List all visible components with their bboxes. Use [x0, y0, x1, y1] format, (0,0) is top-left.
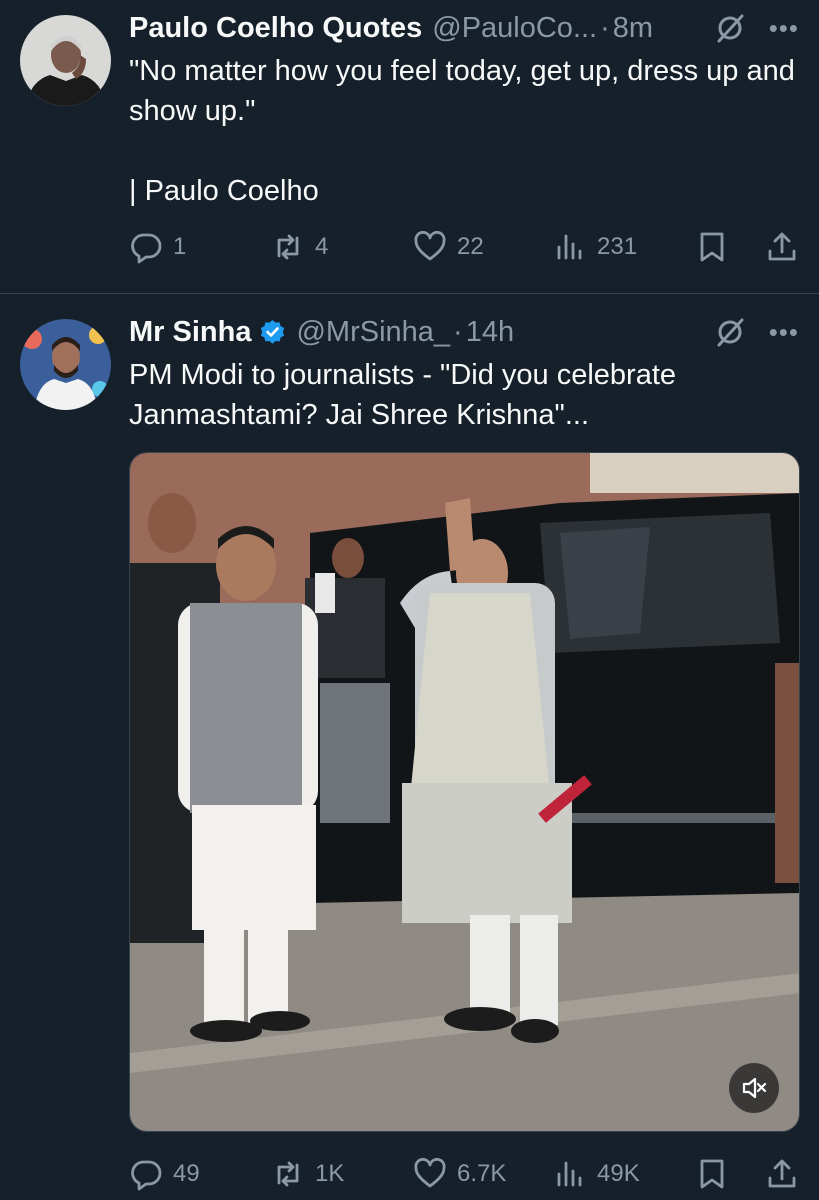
reply-button[interactable]: 49	[129, 1154, 200, 1194]
like-icon	[414, 1157, 446, 1188]
like-count: 22	[457, 233, 484, 260]
video-player[interactable]	[129, 452, 800, 1132]
separator: ·	[453, 315, 463, 348]
views-icon	[557, 234, 582, 260]
grok-icon[interactable]	[713, 315, 747, 349]
like-count: 6.7K	[457, 1160, 507, 1187]
like-button[interactable]: 6.7K	[413, 1154, 506, 1194]
action-bar: 1 4 22 231	[129, 227, 799, 267]
bookmark-button[interactable]	[695, 227, 729, 267]
grok-icon[interactable]	[713, 11, 747, 45]
retweet-icon	[277, 1161, 299, 1187]
more-icon[interactable]: •••	[769, 319, 799, 345]
retweet-count: 4	[315, 233, 329, 260]
tweet[interactable]: Paulo Coelho Quotes @PauloCo... · 8m •••…	[0, 0, 819, 293]
reply-button[interactable]: 1	[129, 227, 186, 267]
tweet-text-line: | Paulo Coelho	[129, 175, 319, 207]
retweet-button[interactable]: 1K	[271, 1154, 344, 1194]
display-name[interactable]: Paulo Coelho Quotes	[129, 12, 422, 45]
reply-icon	[131, 233, 162, 264]
bookmark-icon	[700, 232, 724, 262]
share-button[interactable]	[765, 1154, 799, 1194]
tweet-header: Paulo Coelho Quotes @PauloCo... · 8m •••	[129, 8, 799, 48]
view-count: 49K	[597, 1160, 640, 1187]
handle[interactable]: @MrSinha_	[296, 316, 450, 349]
retweet-button[interactable]: 4	[271, 227, 328, 267]
more-icon[interactable]: •••	[769, 15, 799, 41]
view-count: 231	[597, 233, 638, 260]
avatar[interactable]	[20, 15, 111, 106]
separator: ·	[600, 11, 610, 44]
views-button[interactable]: 49K	[553, 1154, 640, 1194]
views-button[interactable]: 231	[553, 227, 637, 267]
share-icon	[768, 232, 796, 261]
reply-count: 1	[173, 233, 187, 260]
timestamp[interactable]: 14h	[466, 316, 514, 349]
tweet-text: "No matter how you feel today, get up, d…	[129, 51, 799, 211]
retweet-count: 1K	[315, 1160, 345, 1187]
action-bar: 49 1K 6.7K 49K	[129, 1154, 799, 1194]
video-frame	[130, 453, 799, 1131]
header-actions: •••	[713, 312, 799, 352]
reply-count: 49	[173, 1160, 200, 1187]
views-icon	[557, 1161, 582, 1187]
handle[interactable]: @PauloCo...	[432, 12, 597, 45]
retweet-icon	[277, 234, 299, 260]
share-icon	[768, 1159, 796, 1188]
bookmark-icon	[700, 1159, 724, 1189]
tweet-text: PM Modi to journalists - "Did you celebr…	[129, 355, 799, 435]
share-button[interactable]	[765, 227, 799, 267]
timestamp[interactable]: 8m	[613, 12, 653, 45]
tweet-header: Mr Sinha @MrSinha_ · 14h •••	[129, 312, 799, 352]
bookmark-button[interactable]	[695, 1154, 729, 1194]
mute-button[interactable]	[729, 1063, 779, 1113]
header-actions: •••	[713, 8, 799, 48]
like-button[interactable]: 22	[413, 227, 484, 267]
reply-icon	[131, 1160, 162, 1191]
tweet-text-line: "No matter how you feel today, get up, d…	[129, 55, 795, 127]
display-name[interactable]: Mr Sinha	[129, 316, 251, 349]
like-icon	[414, 230, 446, 261]
mute-icon	[742, 1077, 767, 1099]
tweet-text-line: PM Modi to journalists - "Did you celebr…	[129, 359, 677, 431]
tweet[interactable]: Mr Sinha @MrSinha_ · 14h ••• PM Modi to …	[0, 294, 819, 1200]
avatar[interactable]	[20, 319, 111, 410]
verified-badge-icon	[261, 319, 285, 344]
